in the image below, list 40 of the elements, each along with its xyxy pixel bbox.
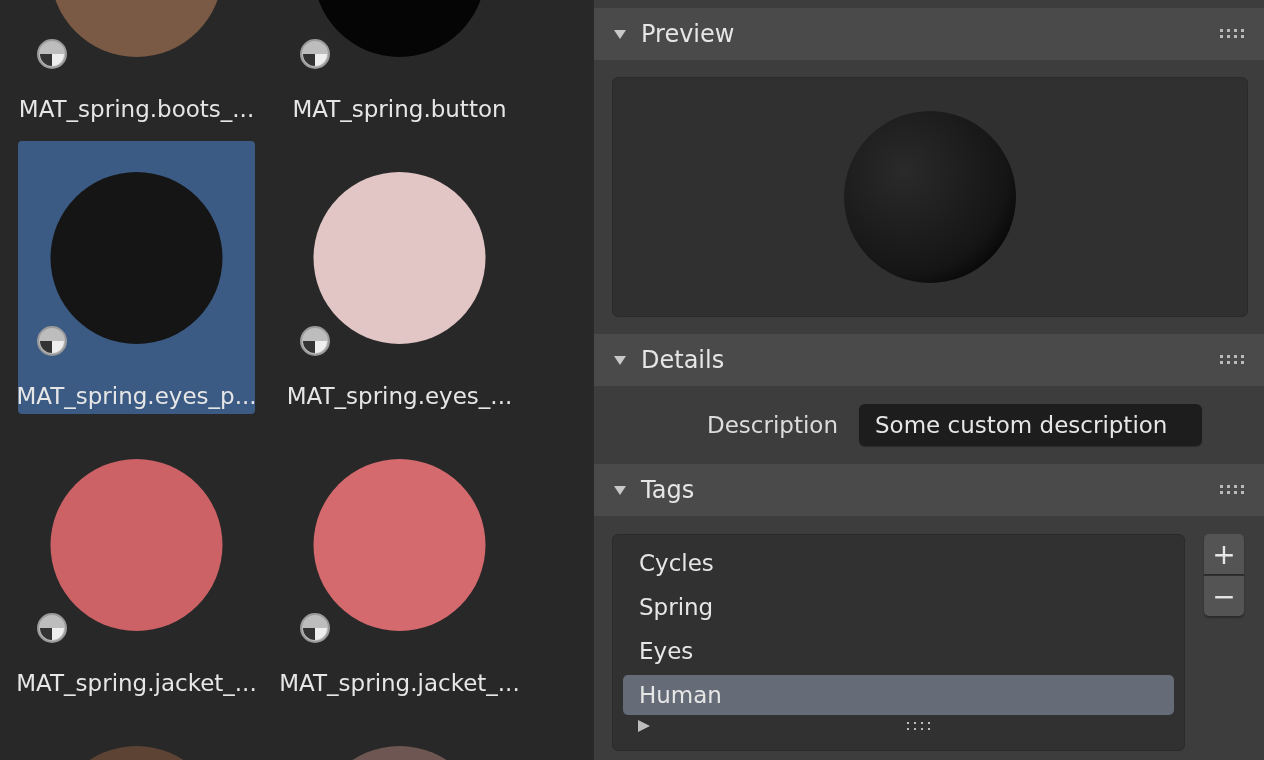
panel-header[interactable]: Preview [594,8,1264,60]
collapse-icon [613,483,627,497]
asset-name: MAT_spring.button [292,95,507,124]
add-button[interactable]: + [1204,534,1244,574]
remove-button[interactable]: − [1204,576,1244,616]
asset-tile[interactable]: MAT_spring.jacket_... [18,428,255,701]
drag-handle-icon[interactable] [1220,485,1246,495]
resize-handle-icon[interactable] [907,721,931,731]
asset-name: MAT_spring.boots_... [18,95,255,124]
asset-name: MAT_spring.jacket_... [279,669,520,698]
drag-handle-icon[interactable] [1220,355,1246,365]
tag-item[interactable]: Human [623,675,1174,715]
panel-header[interactable]: Tags [594,464,1264,516]
tag-item[interactable]: Cycles [623,543,1174,583]
expand-icon[interactable] [637,719,651,733]
collapse-icon [613,27,627,41]
asset-tile[interactable]: MAT_spring.boots_... [18,0,255,127]
collapse-icon [613,353,627,367]
material-icon [300,613,330,643]
material-icon [37,613,67,643]
material-icon [300,39,330,69]
panel-title: Tags [641,476,696,504]
asset-tile[interactable]: MAT_spring.button [281,0,518,127]
asset-tile[interactable]: MAT_spring.eyes_... [281,141,518,414]
asset-name: MAT_spring.eyes_... [286,382,513,411]
asset-tile[interactable]: MAT_spring.eyes_p... [18,141,255,414]
asset-name: MAT_spring.eyes_p... [16,382,257,411]
asset-name: MAT_spring.jacket_... [16,669,257,698]
drag-handle-icon[interactable] [1220,29,1246,39]
material-icon [300,326,330,356]
panel-title: Details [641,346,726,374]
description-field[interactable]: Some custom description [859,404,1203,446]
panel-title: Preview [641,20,736,48]
panel-header[interactable]: Details [594,334,1264,386]
material-icon [37,326,67,356]
tag-item[interactable]: Eyes [623,631,1174,671]
tag-item[interactable]: Spring [623,587,1174,627]
material-icon [37,39,67,69]
field-label: Description [707,412,838,438]
asset-tile[interactable]: MAT_spring.jacket_... [281,428,518,701]
